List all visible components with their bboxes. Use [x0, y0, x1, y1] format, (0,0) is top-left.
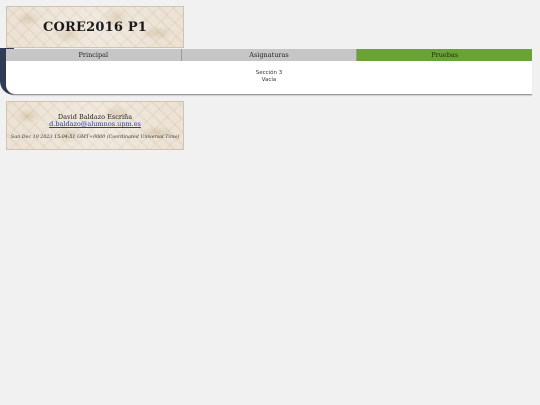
content-panel: Sección 3 Vacía [6, 61, 532, 95]
section-text: Vacía [261, 77, 277, 83]
nav-tab-asignaturas[interactable]: Asignaturas [181, 49, 358, 61]
section-title: Sección 3 [255, 70, 283, 76]
nav-tab-pruebas[interactable]: Pruebas [357, 49, 533, 61]
nav-tab-principal[interactable]: Principal [6, 49, 182, 61]
page-title: CORE2016 P1 [42, 19, 148, 35]
header-banner: CORE2016 P1 [6, 6, 184, 48]
author-email-link[interactable]: d.baldazo@alumnos.upm.es [7, 120, 183, 128]
nav-bar: Principal Asignaturas Pruebas [6, 49, 533, 61]
footer-box: David Baldazo Escriña d.baldazo@alumnos.… [6, 101, 184, 150]
date-stamp: Sun Dec 10 2023 15:04:51 GMT+0000 (Coord… [10, 135, 180, 140]
